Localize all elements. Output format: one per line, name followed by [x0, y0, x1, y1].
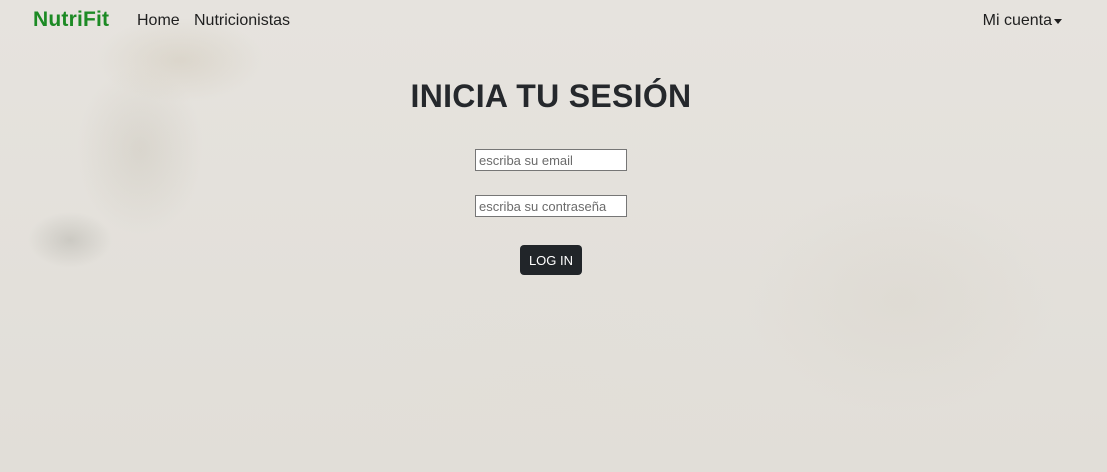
brand-logo-link[interactable]: NutriFit [33, 8, 109, 32]
password-field[interactable] [475, 195, 627, 217]
email-field[interactable] [475, 149, 627, 171]
caret-down-icon [1054, 19, 1062, 24]
nav-link-nutricionistas[interactable]: Nutricionistas [194, 12, 290, 30]
page-title: INICIA TU SESIÓN [410, 78, 692, 114]
account-label: Mi cuenta [982, 12, 1052, 29]
top-navbar: NutriFit Home Nutricionistas Mi cuenta [0, 0, 1107, 42]
account-dropdown-toggle[interactable]: Mi cuenta [983, 12, 1062, 30]
login-button[interactable]: LOG IN [520, 245, 582, 275]
nav-link-home[interactable]: Home [137, 12, 180, 30]
